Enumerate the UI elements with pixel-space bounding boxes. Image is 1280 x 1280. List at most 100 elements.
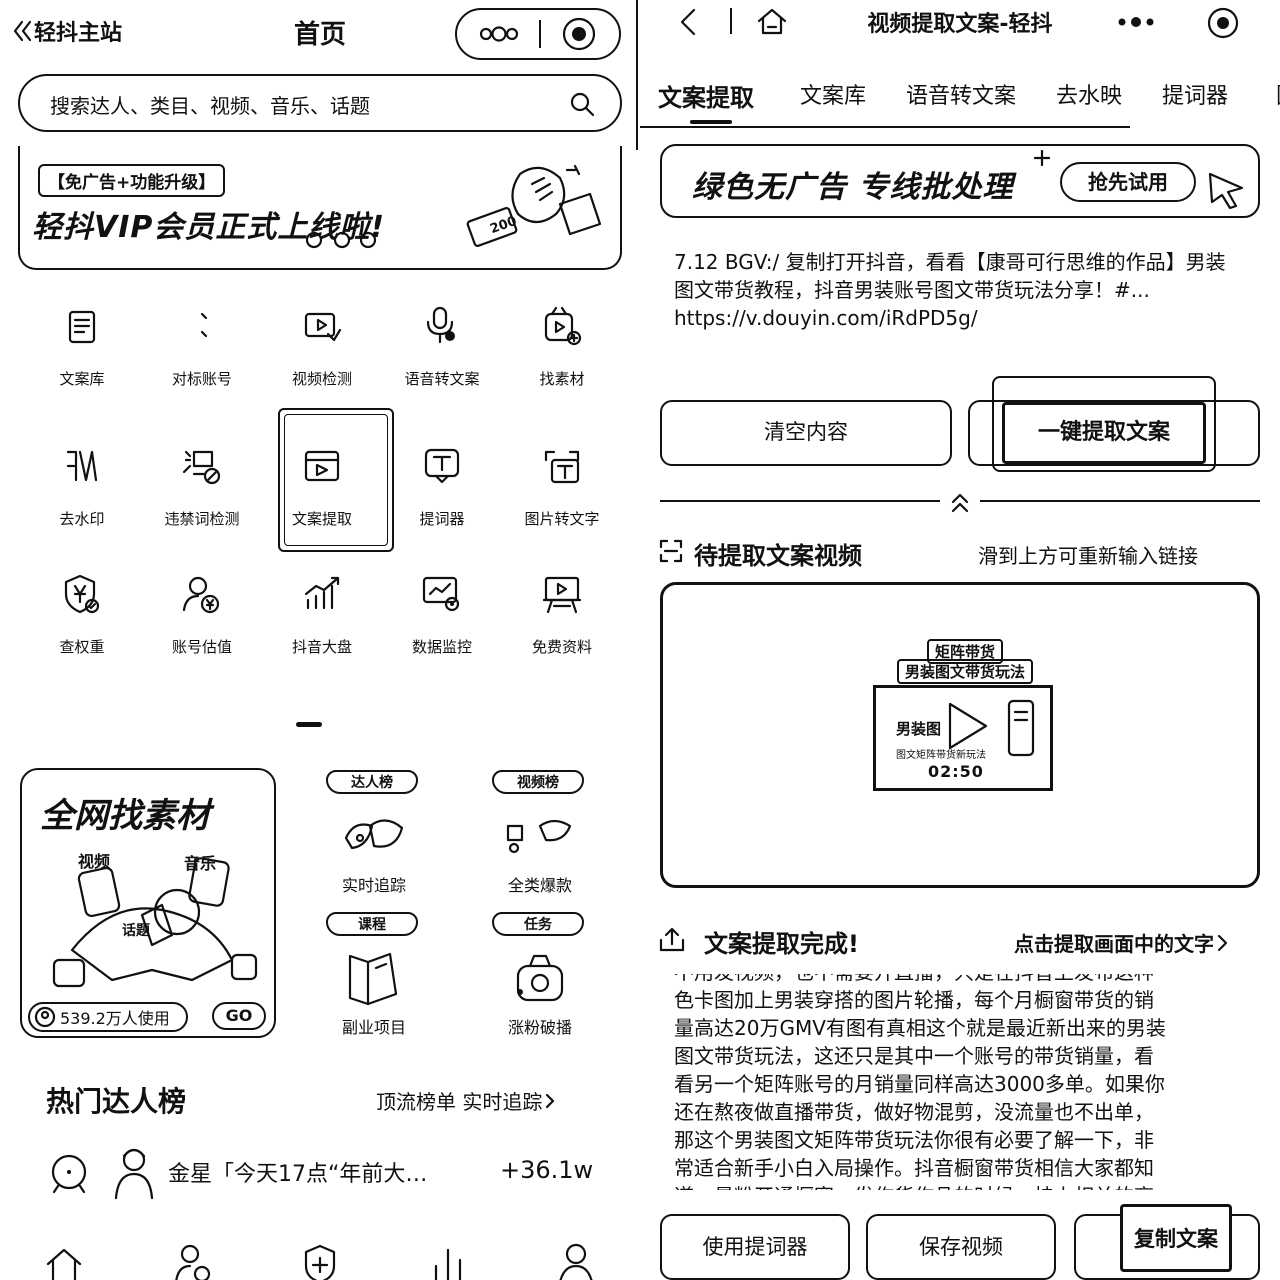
tab-2[interactable]: 语音转文案 bbox=[906, 78, 1016, 110]
result-line: 不用发视频，也不需要开直播，只是在抖音上发布这种 bbox=[674, 974, 1166, 986]
ad-try-button[interactable]: 抢先试用 bbox=[1060, 162, 1196, 202]
grid-page-indicator bbox=[296, 722, 322, 727]
video-check-icon bbox=[304, 312, 342, 342]
tag-video-chart: 视频榜 bbox=[492, 770, 584, 794]
result-line: 量高达20万GMV有图有真相这个就是最近新出来的男装 bbox=[674, 1016, 1166, 1040]
feature-label-track[interactable]: 实时追踪 bbox=[320, 872, 428, 896]
hot-section-link[interactable]: 顶流榜单 实时追踪 bbox=[376, 1086, 558, 1115]
close-target-icon[interactable] bbox=[561, 16, 597, 52]
tool-label: 找素材 bbox=[539, 370, 585, 388]
data-monitor-icon bbox=[422, 576, 460, 612]
back-label: 轻抖主站 bbox=[34, 21, 123, 46]
tool-label: 对标账号 bbox=[171, 370, 232, 388]
close-target-icon[interactable] bbox=[1206, 6, 1240, 40]
hot-category-icon bbox=[506, 819, 572, 854]
ad-banner[interactable]: 绿色无广告 专线批处理 抢先试用 bbox=[660, 144, 1260, 218]
video-thumbnail[interactable]: 男装图 图文矩阵带货新玩法 02:50 bbox=[873, 685, 1053, 791]
result-text-area[interactable]: 不用发视频，也不需要开直播，只是在抖音上发布这种色卡图加上男装穿搭的图片轮播，每… bbox=[674, 974, 1254, 1190]
material-card[interactable]: 全网找素材 视频 音乐 话题 539.2万人使用 GO bbox=[20, 768, 276, 1038]
search-icon[interactable] bbox=[568, 90, 598, 120]
left-screen: 轻抖主站 首页 搜索达人、类目、视频、音乐、话题 【免广告+功能升级】 轻抖VI… bbox=[0, 0, 640, 1280]
extract-button[interactable]: 一键提取文案 bbox=[1002, 402, 1206, 464]
tab-4[interactable]: 提词器 bbox=[1162, 78, 1228, 110]
tool-free-resources[interactable]: 免费资料 bbox=[502, 572, 622, 692]
tool-teleprompter[interactable]: 提词器 bbox=[382, 444, 502, 564]
user-match-icon bbox=[200, 312, 208, 338]
feature-label-side-job[interactable]: 副业项目 bbox=[320, 1014, 428, 1038]
tool-banned-words[interactable]: 违禁词检测 bbox=[142, 444, 262, 564]
ocr-link[interactable]: 点击提取画面中的文字 bbox=[1014, 928, 1230, 957]
tool-image-to-text[interactable]: 图片转文字 bbox=[502, 444, 622, 564]
tool-label: 查权重 bbox=[59, 638, 105, 656]
share-upload-icon bbox=[659, 927, 685, 952]
tool-account-value[interactable]: 账号估值 bbox=[142, 572, 262, 692]
tool-document-library[interactable]: 文案库 bbox=[22, 304, 142, 424]
tool-label: 语音转文案 bbox=[404, 370, 480, 388]
realtime-track-icon bbox=[344, 819, 404, 850]
feature-label-hot[interactable]: 全类爆款 bbox=[486, 872, 594, 896]
market-chart-icon bbox=[304, 576, 340, 610]
user-count: 539.2万人使用 bbox=[60, 1009, 170, 1028]
tool-user-match[interactable]: 对标账号 bbox=[142, 304, 262, 424]
double-chevron-up-icon[interactable] bbox=[946, 490, 974, 516]
result-line: 色卡图加上男装穿搭的图片轮播，每个月橱窗带货的销 bbox=[674, 988, 1154, 1012]
search-bar[interactable]: 搜索达人、类目、视频、音乐、话题 bbox=[18, 74, 622, 132]
sticker-video: 视频 bbox=[78, 852, 111, 871]
tool-voice-to-text[interactable]: 语音转文案 bbox=[382, 304, 502, 424]
feature-label-grow[interactable]: 涨粉破播 bbox=[486, 1014, 594, 1038]
profile-icon[interactable] bbox=[556, 1242, 596, 1280]
selected-tool-inner-frame bbox=[284, 414, 388, 546]
tool-label: 视频检测 bbox=[291, 370, 352, 388]
money-hand-illustration bbox=[466, 164, 602, 247]
tab-5[interactable]: 图 bbox=[1276, 78, 1280, 110]
clear-button[interactable]: 清空内容 bbox=[660, 400, 952, 466]
thumb-title: 男装图 bbox=[896, 720, 942, 738]
video-duration: 02:50 bbox=[928, 762, 984, 781]
user-icon[interactable] bbox=[172, 1242, 212, 1280]
back-link[interactable]: 轻抖主站 bbox=[12, 14, 122, 48]
home-icon[interactable] bbox=[44, 1244, 84, 1280]
tab-0[interactable]: 文案提取 bbox=[658, 78, 754, 113]
document-library-icon bbox=[68, 310, 96, 344]
save-video-button[interactable]: 保存视频 bbox=[866, 1214, 1056, 1280]
shield-icon[interactable] bbox=[300, 1242, 340, 1280]
result-line: 图文带货玩法，这还只是其中一个账号的带货销量，看 bbox=[674, 1044, 1154, 1068]
tab-3[interactable]: 去水映 bbox=[1056, 78, 1122, 110]
pending-hint[interactable]: 滑到上方可重新输入链接 bbox=[978, 540, 1198, 569]
tool-data-monitor[interactable]: 数据监控 bbox=[382, 572, 502, 692]
tool-label: 去水印 bbox=[59, 510, 105, 528]
talent-growth: +36.1w bbox=[500, 1156, 594, 1184]
link-input-text[interactable]: 7.12 BGV:/ 复制打开抖音，看看【康哥可行思维的作品】男装图文带货教程，… bbox=[674, 248, 1240, 332]
carousel-dots bbox=[305, 231, 377, 249]
tag-talent-chart: 达人榜 bbox=[326, 770, 418, 794]
go-button[interactable]: GO bbox=[212, 1002, 266, 1030]
remove-watermark-icon bbox=[66, 450, 98, 482]
more-dots-icon[interactable] bbox=[477, 22, 521, 46]
play-icon[interactable] bbox=[942, 700, 990, 752]
result-line: 还在熬夜做直播带货，做好物混剪，没流量也不出单， bbox=[674, 1100, 1154, 1124]
find-material-icon bbox=[544, 306, 582, 346]
weight-check-icon bbox=[64, 574, 100, 614]
back-arrow-icon[interactable] bbox=[674, 6, 702, 38]
use-teleprompter-button[interactable]: 使用提词器 bbox=[660, 1214, 850, 1280]
result-title: 文案提取完成! bbox=[704, 930, 859, 958]
result-line: 道，最粉开通橱窗，发作货作品的时候，挂上相关的商 bbox=[674, 1182, 1166, 1190]
copy-text-button[interactable]: 复制文案 bbox=[1120, 1204, 1232, 1272]
tab-1[interactable]: 文案库 bbox=[800, 78, 866, 110]
tool-label: 免费资料 bbox=[531, 638, 592, 656]
book-icon bbox=[348, 952, 398, 1006]
image-to-text-icon bbox=[544, 450, 580, 484]
cursor-icon bbox=[1208, 172, 1244, 210]
hot-row[interactable]: 金星「今天17点“年前大… +36.1w bbox=[40, 1140, 600, 1204]
vip-banner[interactable]: 【免广告+功能升级】 轻抖VIP会员正式上线啦! 200 bbox=[18, 146, 622, 270]
tool-find-material[interactable]: 找素材 bbox=[502, 304, 622, 424]
tool-video-check[interactable]: 视频检测 bbox=[262, 304, 382, 424]
material-illustration bbox=[52, 857, 258, 988]
home-icon[interactable] bbox=[756, 6, 788, 36]
sticker-music: 音乐 bbox=[184, 854, 217, 873]
tool-weight-check[interactable]: 查权重 bbox=[22, 572, 142, 692]
tool-remove-watermark[interactable]: 去水印 bbox=[22, 444, 142, 564]
more-dots-icon[interactable] bbox=[1114, 10, 1158, 34]
tool-market-chart[interactable]: 抖音大盘 bbox=[262, 572, 382, 692]
chart-icon[interactable] bbox=[428, 1242, 468, 1280]
